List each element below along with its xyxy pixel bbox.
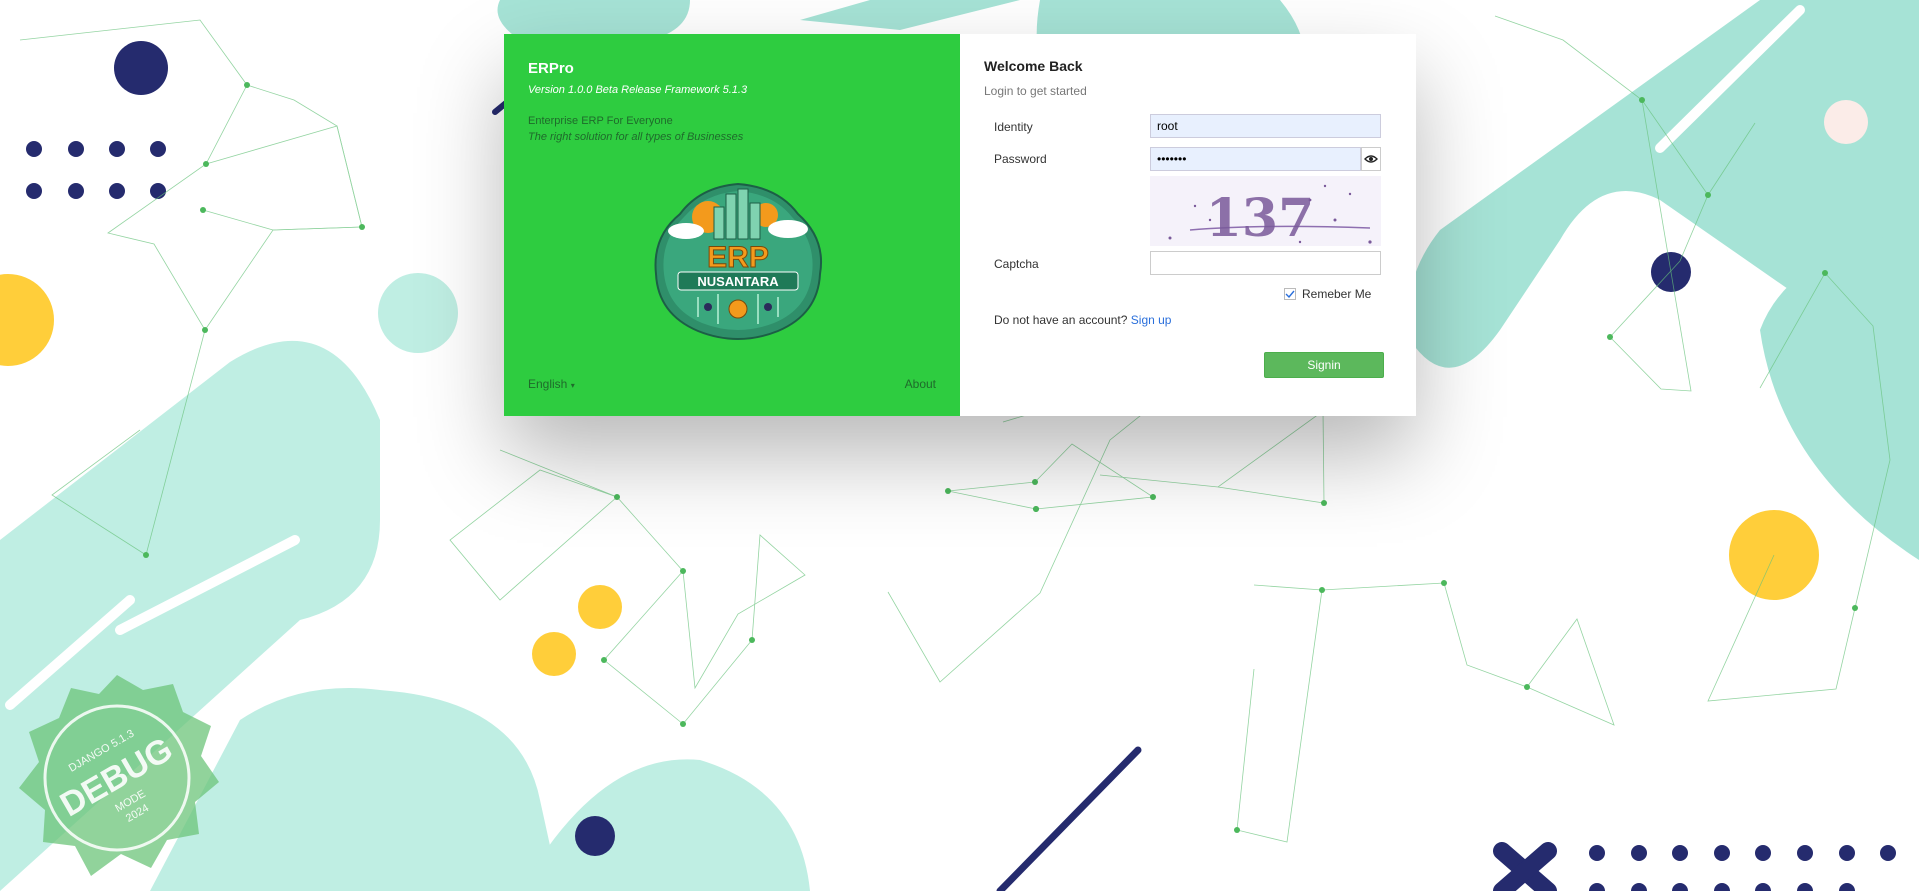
- caret-down-icon: ▾: [570, 381, 575, 390]
- remember-me: Remeber Me: [1284, 287, 1371, 301]
- checkbox-checked-icon: [1285, 290, 1295, 298]
- identity-input[interactable]: [1150, 114, 1381, 138]
- login-subtitle: Login to get started: [984, 84, 1087, 98]
- captcha-text: 137: [1206, 188, 1315, 246]
- no-account-text: Do not have an account?: [994, 313, 1128, 327]
- identity-label: Identity: [994, 120, 1033, 134]
- remember-me-label: Remeber Me: [1302, 287, 1372, 301]
- erp-nusantara-logo: ERP NUSANTARA: [654, 182, 822, 340]
- password-input[interactable]: [1150, 147, 1361, 171]
- signin-button[interactable]: Signin: [1264, 352, 1384, 378]
- eye-icon: [1364, 155, 1378, 163]
- captcha-label: Captcha: [994, 257, 1039, 271]
- app-tagline: Enterprise ERP For Everyone: [528, 115, 673, 127]
- toggle-password-visibility-button[interactable]: [1361, 147, 1381, 171]
- logo-erp-text: ERP: [707, 241, 769, 274]
- login-title: Welcome Back: [984, 58, 1083, 74]
- language-label: English: [528, 377, 568, 391]
- about-link[interactable]: About: [905, 377, 936, 391]
- remember-me-checkbox[interactable]: [1284, 288, 1296, 300]
- password-label: Password: [994, 152, 1047, 166]
- login-panel: Welcome Back Login to get started Identi…: [960, 34, 1416, 416]
- signup-link[interactable]: Sign up: [1131, 313, 1172, 327]
- logo-nusantara-text: NUSANTARA: [697, 274, 779, 289]
- language-selector[interactable]: English ▾: [528, 377, 575, 391]
- app-version: Version 1.0.0 Beta Release Framework 5.1…: [528, 84, 748, 96]
- brand-panel: ERPro Version 1.0.0 Beta Release Framewo…: [504, 34, 960, 416]
- app-name: ERPro: [528, 60, 574, 77]
- signup-prompt: Do not have an account? Sign up: [994, 313, 1171, 327]
- captcha-input[interactable]: [1150, 251, 1381, 275]
- app-subtagline: The right solution for all types of Busi…: [528, 131, 744, 143]
- captcha-image[interactable]: 137: [1150, 176, 1381, 246]
- login-card: ERPro Version 1.0.0 Beta Release Framewo…: [504, 34, 1416, 416]
- debug-mode-stamp: DJANGO 5.1.3 DEBUG MODE 2024: [19, 675, 219, 876]
